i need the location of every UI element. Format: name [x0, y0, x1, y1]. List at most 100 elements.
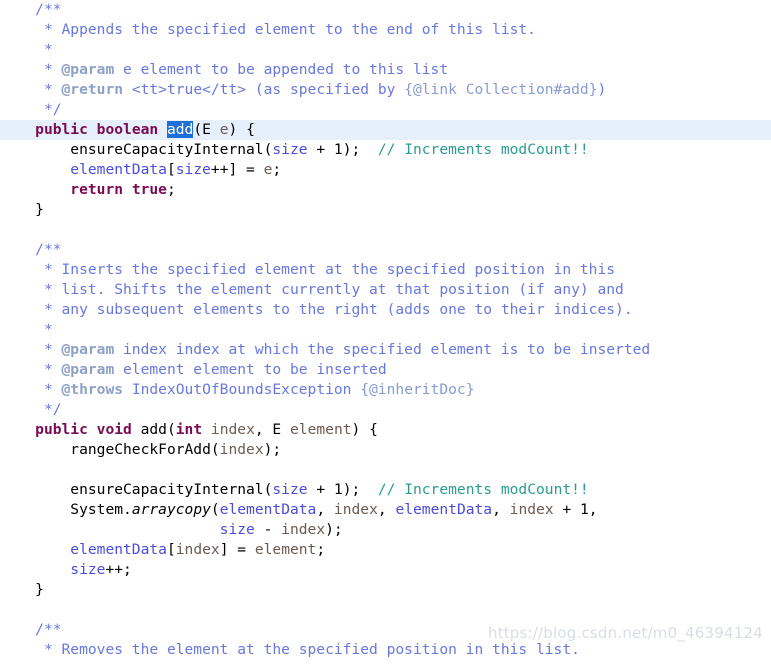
- code-token: ;: [166, 181, 176, 198]
- code-line[interactable]: */: [0, 100, 771, 120]
- local-variable-token: element: [290, 421, 352, 438]
- javadoc-tag-token: @return: [61, 81, 124, 98]
- code-line[interactable]: ensureCapacityInternal(size + 1); // Inc…: [0, 140, 771, 160]
- code-line[interactable]: * Appends the specified element to the e…: [0, 20, 771, 40]
- javadoc-token: *: [43, 341, 62, 358]
- code-line[interactable]: [0, 600, 771, 620]
- javadoc-token: *: [43, 41, 53, 58]
- javadoc-token: /**: [35, 1, 62, 18]
- field-token: size: [272, 481, 308, 498]
- code-line[interactable]: size - index);: [0, 520, 771, 540]
- keyword-token: public: [35, 421, 88, 438]
- code-token: , E: [254, 421, 291, 438]
- code-line[interactable]: /**: [0, 240, 771, 260]
- javadoc-inline-tag-token: {@link Collection#add}: [404, 81, 598, 98]
- code-token: );: [325, 521, 343, 538]
- javadoc-token: e element to be appended to this list: [114, 61, 449, 78]
- code-line[interactable]: * @param index index at which the specif…: [0, 340, 771, 360]
- code-line[interactable]: ensureCapacityInternal(size + 1); // Inc…: [0, 480, 771, 500]
- code-line[interactable]: elementData[size++] = e;: [0, 160, 771, 180]
- local-variable-token: index: [333, 501, 378, 518]
- code-token: ,: [316, 501, 334, 518]
- code-line[interactable]: */: [0, 400, 771, 420]
- code-line[interactable]: elementData[index] = element;: [0, 540, 771, 560]
- code-editor[interactable]: /** * Appends the specified element to t…: [0, 0, 771, 664]
- javadoc-token: /**: [35, 241, 62, 258]
- code-line[interactable]: * Removes the element at the specified p…: [0, 640, 771, 660]
- code-line[interactable]: *: [0, 320, 771, 340]
- code-token: + 1,: [553, 501, 598, 518]
- code-token: ++;: [105, 561, 132, 578]
- code-line[interactable]: }: [0, 580, 771, 600]
- local-variable-token: index: [210, 421, 255, 438]
- code-token: ensureCapacityInternal(: [70, 141, 273, 158]
- line-comment-token: // Increments modCount!!: [377, 141, 589, 158]
- code-line[interactable]: [0, 220, 771, 240]
- keyword-token: public: [35, 121, 88, 138]
- code-line[interactable]: /**: [0, 0, 771, 20]
- code-line[interactable]: return true;: [0, 180, 771, 200]
- code-line[interactable]: rangeCheckForAdd(index);: [0, 440, 771, 460]
- code-token: [: [166, 541, 176, 558]
- keyword-token: int: [175, 421, 203, 438]
- code-token: );: [263, 441, 282, 458]
- code-lines-container[interactable]: /** * Appends the specified element to t…: [0, 0, 771, 660]
- code-token: ) {: [351, 421, 378, 438]
- code-line[interactable]: * list. Shifts the element currently at …: [0, 280, 771, 300]
- code-line[interactable]: System.arraycopy(elementData, index, ele…: [0, 500, 771, 520]
- local-variable-token: index: [281, 521, 326, 538]
- javadoc-token: ): [597, 81, 607, 98]
- code-token: ;: [316, 541, 326, 558]
- code-line[interactable]: *: [0, 40, 771, 60]
- field-token: elementData: [70, 161, 167, 178]
- line-comment-token: // Increments modCount!!: [377, 481, 589, 498]
- code-line[interactable]: size++;: [0, 560, 771, 580]
- code-line-current[interactable]: public boolean add(E e) {: [0, 120, 771, 140]
- javadoc-token: *: [43, 361, 62, 378]
- code-line[interactable]: * @param e element to be appended to thi…: [0, 60, 771, 80]
- code-line[interactable]: * Inserts the specified element at the s…: [0, 260, 771, 280]
- code-line[interactable]: public void add(int index, E element) {: [0, 420, 771, 440]
- code-line[interactable]: }: [0, 200, 771, 220]
- code-line[interactable]: * any subsequent elements to the right (…: [0, 300, 771, 320]
- keyword-token: void: [96, 421, 132, 438]
- code-token: ] =: [219, 541, 255, 558]
- selected-token[interactable]: add: [166, 121, 194, 138]
- local-variable-token: index: [509, 501, 554, 518]
- javadoc-tag-token: @param: [61, 361, 115, 378]
- code-token: (: [210, 501, 220, 518]
- local-variable-token: e: [219, 121, 229, 138]
- javadoc-inline-tag-token: {@inheritDoc}: [360, 381, 475, 398]
- javadoc-token: */: [43, 401, 62, 418]
- javadoc-token: * list. Shifts the element currently at …: [43, 281, 624, 298]
- code-line[interactable]: [0, 460, 771, 480]
- code-line[interactable]: /**: [0, 620, 771, 640]
- javadoc-token: *: [43, 61, 62, 78]
- javadoc-token: */: [43, 101, 62, 118]
- javadoc-token: IndexOutOfBoundsException: [123, 381, 361, 398]
- code-line[interactable]: * @throws IndexOutOfBoundsException {@in…: [0, 380, 771, 400]
- code-token: (E: [193, 121, 220, 138]
- code-token: -: [254, 521, 282, 538]
- local-variable-token: element: [254, 541, 317, 558]
- javadoc-token: <tt>true</tt> (as specified by: [123, 81, 405, 98]
- code-line[interactable]: * @return <tt>true</tt> (as specified by…: [0, 80, 771, 100]
- javadoc-token: *: [43, 321, 53, 338]
- code-line[interactable]: * @param element element to be inserted: [0, 360, 771, 380]
- code-token: ) {: [228, 121, 255, 138]
